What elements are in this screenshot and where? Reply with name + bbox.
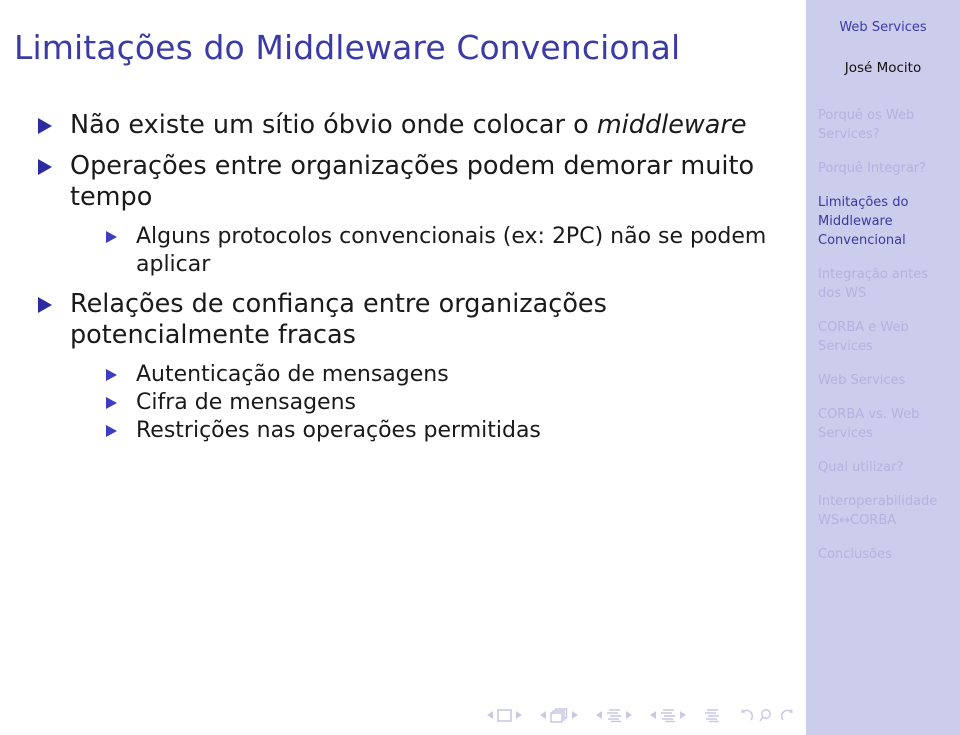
- sidebar-item-interoperabilidade-ws-corba[interactable]: Interoperabilidade WS↔CORBA: [818, 492, 960, 530]
- presentation-slide: Limitações do Middleware Convencional Nã…: [0, 0, 960, 735]
- bullet-spacer: [0, 351, 806, 361]
- list-item-label: Cifra de mensagens: [136, 390, 356, 415]
- top-spacer: [0, 96, 806, 110]
- sidebar-navigation: Porquê os Web Services? Porquê Integrar?…: [806, 106, 960, 564]
- list-item: Operações entre organizações podem demor…: [0, 151, 806, 213]
- right-triangle-icon: [516, 711, 522, 719]
- page-title: Limitações do Middleware Convencional: [14, 27, 681, 67]
- list-item-emphasis: middleware: [596, 110, 747, 140]
- sidebar-item-integracao-antes-dos-ws[interactable]: Integração antes dos WS: [818, 265, 960, 303]
- beamer-navigation-bar: [0, 695, 806, 735]
- bullet-triangle-icon: [106, 369, 117, 381]
- frame-icon[interactable]: [497, 708, 512, 722]
- sidebar-item-porque-os-web-services[interactable]: Porquê os Web Services?: [818, 106, 960, 144]
- prev-subsection-button[interactable]: [540, 711, 546, 719]
- sidebar-item-limitacoes-do-middleware-convencional[interactable]: Limitações do Middleware Convencional: [818, 193, 960, 250]
- sidebar-item-qual-utilizar[interactable]: Qual utilizar?: [818, 458, 960, 477]
- sidebar-presentation-title: Web Services: [839, 20, 927, 35]
- list-item: Autenticação de mensagens: [0, 361, 806, 389]
- sidebar-author: José Mocito: [844, 60, 922, 76]
- search-icon[interactable]: [759, 708, 775, 723]
- bullet-spacer: [0, 141, 806, 151]
- list-item-label: Relações de confiança entre organizações…: [70, 289, 607, 350]
- sidebar: Web Services José Mocito Porquê os Web S…: [806, 0, 960, 735]
- sidebar-header: Web Services José Mocito: [806, 0, 960, 76]
- right-triangle-icon: [626, 711, 632, 719]
- prev-frame-button[interactable]: [487, 711, 493, 719]
- bullet-list: Não existe um sítio óbvio onde colocar o…: [0, 96, 806, 445]
- list-item: Cifra de mensagens: [0, 389, 806, 417]
- bullet-spacer: [0, 279, 806, 289]
- forward-arrow-icon[interactable]: [779, 708, 796, 723]
- left-triangle-icon: [596, 711, 602, 719]
- left-triangle-icon: [487, 711, 493, 719]
- prev-section-button[interactable]: [596, 711, 602, 719]
- nav-group-presentation: [648, 708, 688, 723]
- document-lines-icon[interactable]: [660, 708, 676, 723]
- bullet-triangle-icon: [106, 231, 117, 243]
- next-presentation-button[interactable]: [680, 711, 686, 719]
- bullet-triangle-icon: [106, 425, 117, 437]
- list-item-label: Não existe um sítio óbvio onde colocar o: [70, 110, 597, 140]
- sidebar-item-corba-e-web-services[interactable]: CORBA e Web Services: [818, 318, 960, 356]
- next-frame-button[interactable]: [516, 711, 522, 719]
- sidebar-item-web-services[interactable]: Web Services: [818, 371, 960, 390]
- prev-presentation-button[interactable]: [650, 711, 656, 719]
- nav-group-end: [702, 708, 722, 723]
- list-item: Alguns protocolos convencionais (ex: 2PC…: [0, 223, 806, 279]
- sidebar-item-corba-vs-web-services[interactable]: CORBA vs. Web Services: [818, 405, 960, 443]
- stacked-frames-icon[interactable]: [550, 707, 568, 723]
- bullet-triangle-icon: [106, 397, 117, 409]
- list-item-label: Restrições nas operações permitidas: [136, 418, 541, 443]
- left-triangle-icon: [540, 711, 546, 719]
- slide-body: Não existe um sítio óbvio onde colocar o…: [0, 96, 806, 695]
- nav-group-history: [736, 708, 798, 723]
- nav-group-frame: [485, 708, 524, 722]
- next-section-button[interactable]: [626, 711, 632, 719]
- back-arrow-icon[interactable]: [738, 708, 755, 723]
- slide-title-area: Limitações do Middleware Convencional: [0, 0, 806, 96]
- list-item-label: Operações entre organizações podem demor…: [70, 151, 755, 212]
- left-triangle-icon: [650, 711, 656, 719]
- list-item-label: Alguns protocolos convencionais (ex: 2PC…: [136, 224, 767, 277]
- sidebar-item-conclusoes[interactable]: Conclusões: [818, 545, 960, 564]
- document-lines-icon[interactable]: [704, 708, 720, 723]
- nav-group-section: [594, 708, 634, 723]
- list-item: Não existe um sítio óbvio onde colocar o…: [0, 110, 806, 141]
- sidebar-item-porque-integrar[interactable]: Porquê Integrar?: [818, 159, 960, 178]
- right-triangle-icon: [572, 711, 578, 719]
- nav-group-subsection: [538, 707, 580, 723]
- right-triangle-icon: [680, 711, 686, 719]
- section-lines-icon[interactable]: [606, 708, 622, 723]
- bullet-triangle-icon: [38, 297, 52, 313]
- bullet-triangle-icon: [38, 118, 52, 134]
- bullet-triangle-icon: [38, 159, 52, 175]
- list-item: Relações de confiança entre organizações…: [0, 289, 806, 351]
- bullet-spacer: [0, 213, 806, 223]
- next-subsection-button[interactable]: [572, 711, 578, 719]
- list-item: Restrições nas operações permitidas: [0, 417, 806, 445]
- list-item-label: Autenticação de mensagens: [136, 362, 449, 387]
